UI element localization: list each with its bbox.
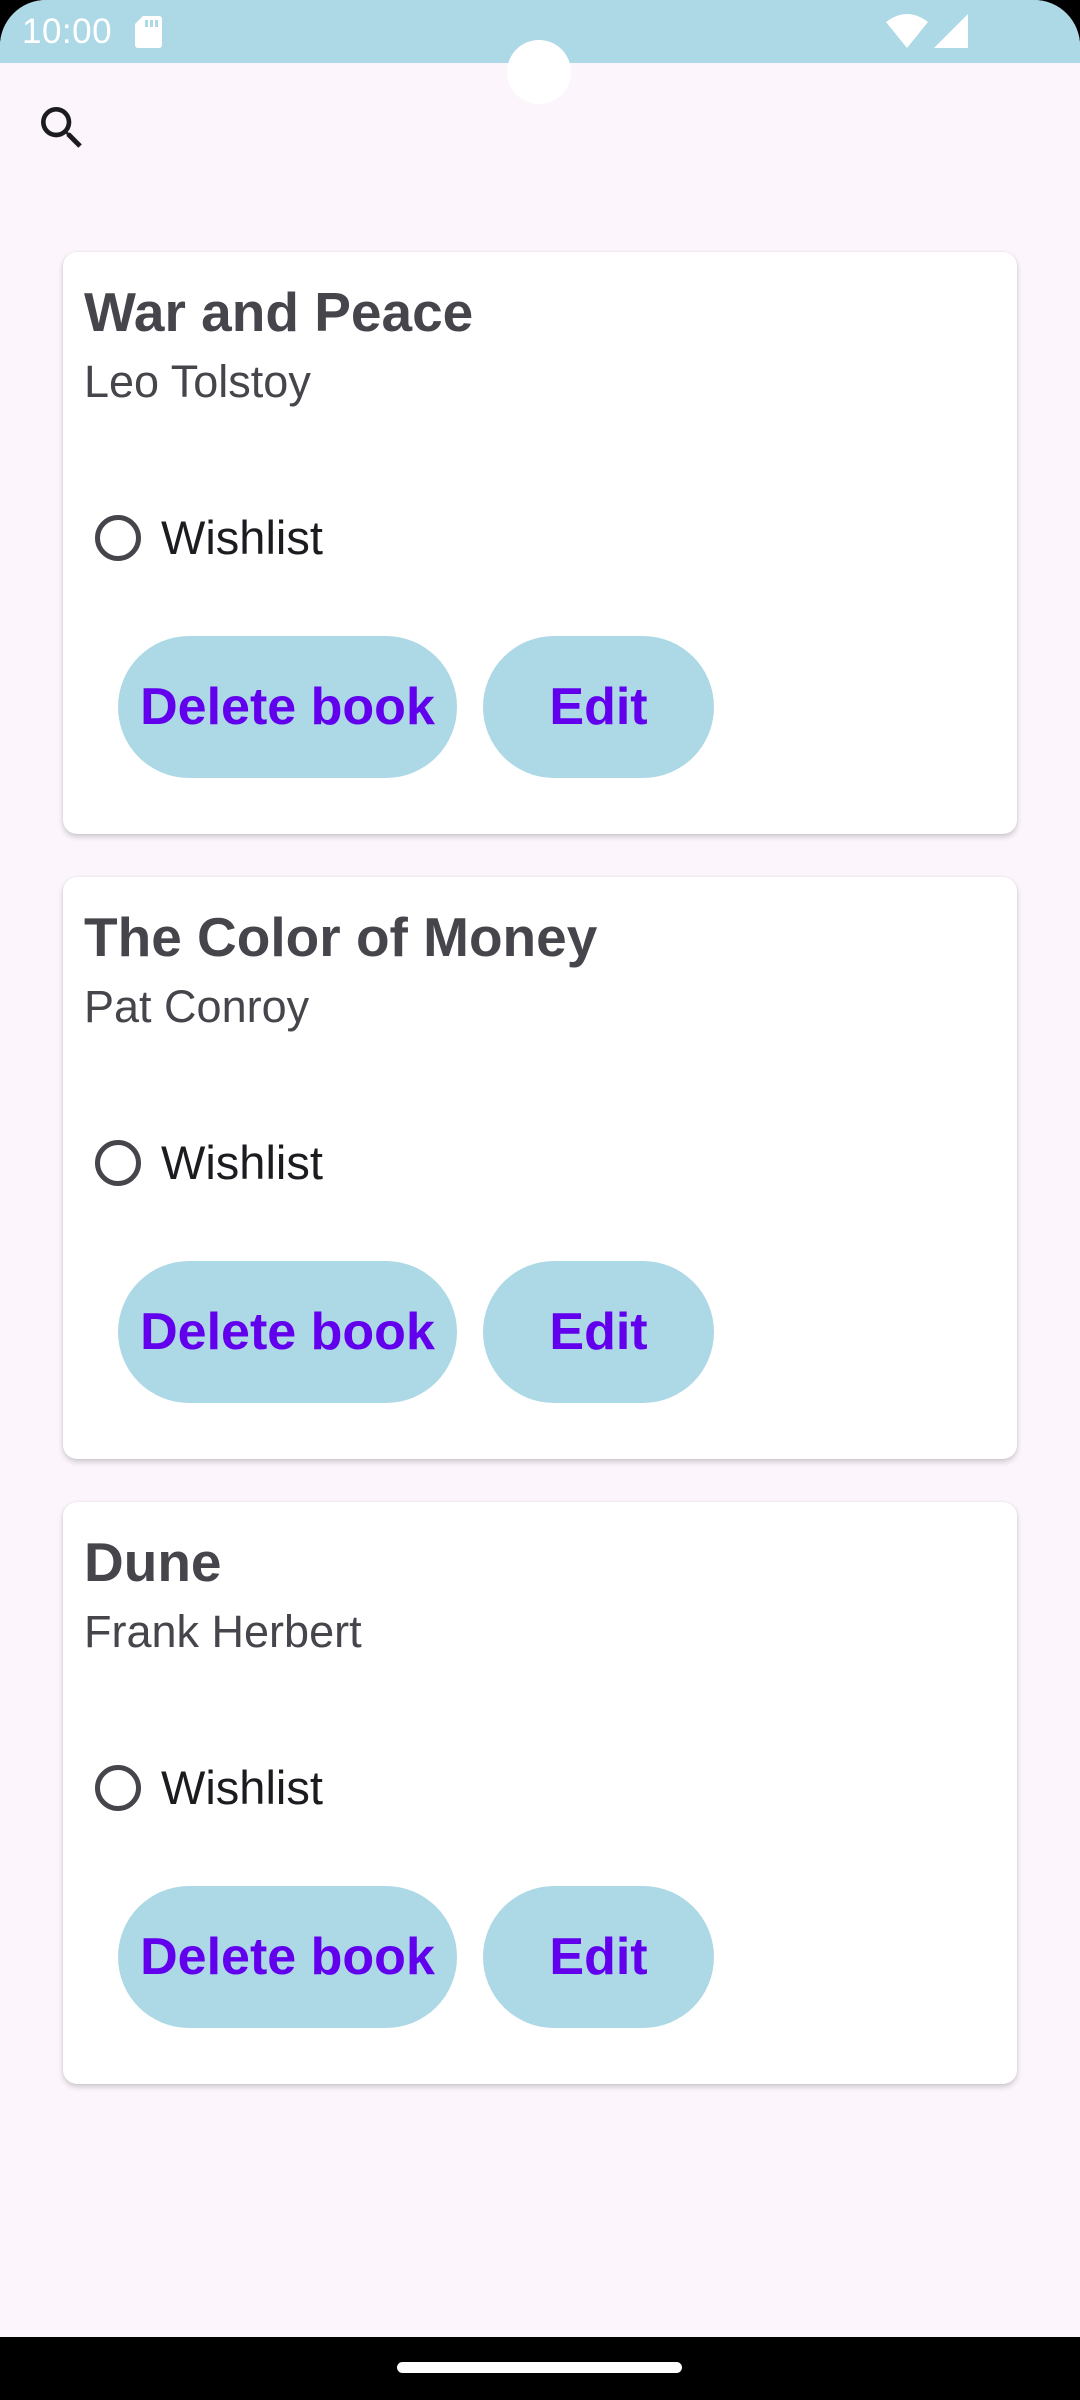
book-card: Dune Frank Herbert Wishlist Delete book … <box>63 1502 1017 2084</box>
app-screen: 10:00 War and Peace Leo Tolstoy Wishlist <box>0 0 1080 2400</box>
delete-book-button[interactable]: Delete book <box>118 636 457 778</box>
search-button[interactable] <box>22 88 102 168</box>
edit-button[interactable]: Edit <box>483 1886 714 2028</box>
delete-book-button[interactable]: Delete book <box>118 1261 457 1403</box>
sd-card-icon <box>135 16 162 48</box>
camera-cutout <box>507 40 571 104</box>
wishlist-radio[interactable]: Wishlist <box>95 1135 323 1190</box>
edit-button[interactable]: Edit <box>483 1261 714 1403</box>
book-title: The Color of Money <box>84 906 598 968</box>
status-time: 10:00 <box>22 12 113 51</box>
search-icon <box>41 107 82 148</box>
radio-unchecked-icon[interactable] <box>95 1764 141 1811</box>
radio-unchecked-icon[interactable] <box>95 514 141 561</box>
wishlist-label: Wishlist <box>161 511 323 564</box>
book-card: War and Peace Leo Tolstoy Wishlist Delet… <box>63 252 1017 834</box>
wishlist-radio[interactable]: Wishlist <box>95 1760 323 1815</box>
book-title: War and Peace <box>84 281 474 343</box>
book-author: Leo Tolstoy <box>84 356 311 407</box>
book-author: Frank Herbert <box>84 1606 362 1657</box>
book-card: The Color of Money Pat Conroy Wishlist D… <box>63 877 1017 1459</box>
book-author: Pat Conroy <box>84 981 310 1032</box>
delete-book-button[interactable]: Delete book <box>118 1886 457 2028</box>
home-gesture-handle[interactable] <box>397 2362 682 2373</box>
wishlist-radio[interactable]: Wishlist <box>95 510 323 565</box>
radio-unchecked-icon[interactable] <box>95 1139 141 1186</box>
book-title: Dune <box>84 1531 222 1593</box>
cell-signal-icon <box>934 14 968 48</box>
book-list: War and Peace Leo Tolstoy Wishlist Delet… <box>63 252 1017 2127</box>
wifi-icon <box>886 14 928 48</box>
wishlist-label: Wishlist <box>161 1761 323 1814</box>
wishlist-label: Wishlist <box>161 1136 323 1189</box>
edit-button[interactable]: Edit <box>483 636 714 778</box>
